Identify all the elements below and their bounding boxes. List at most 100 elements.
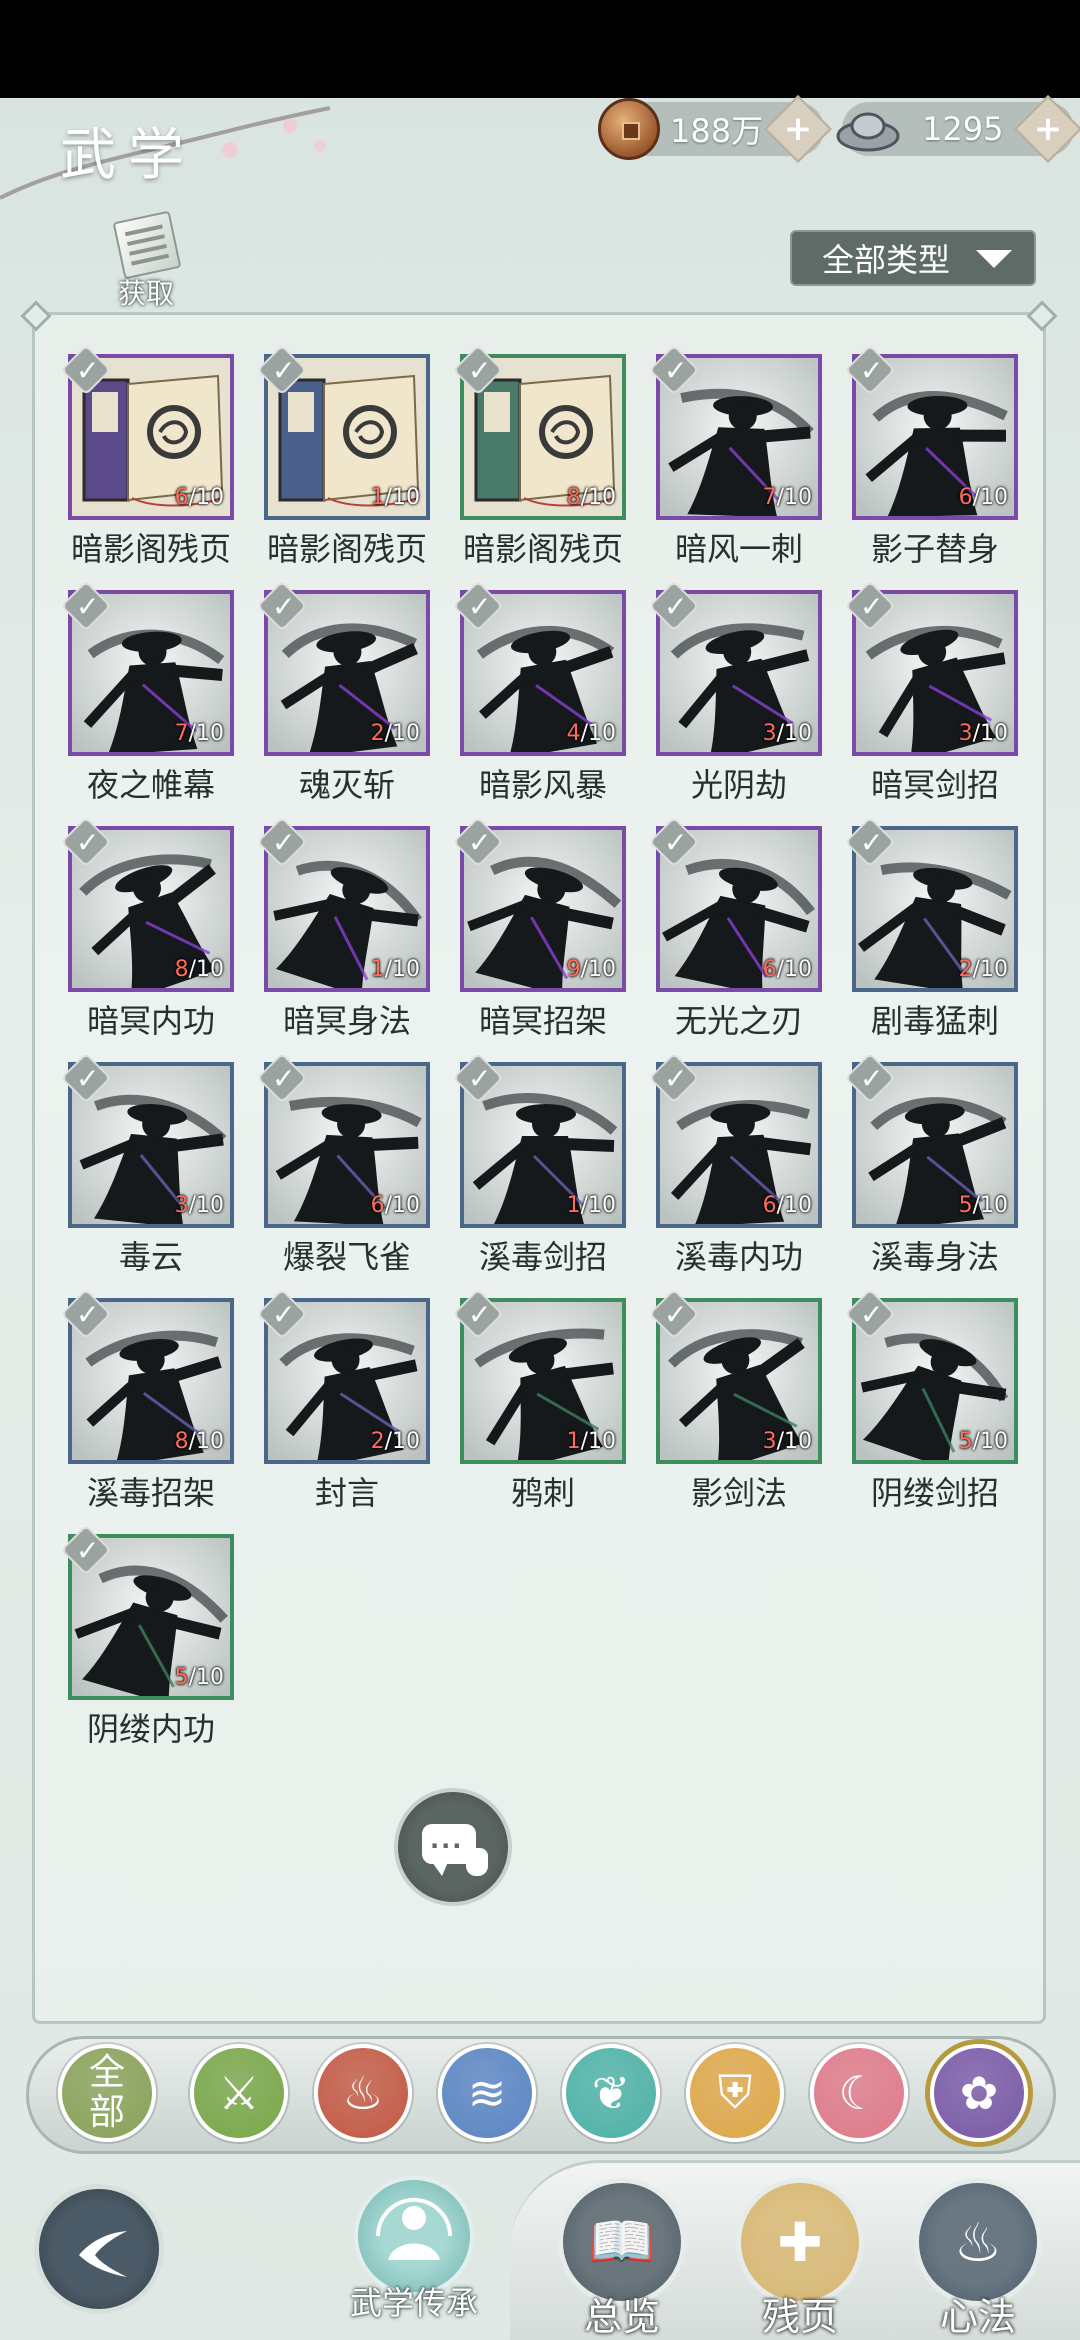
tab-overview[interactable]: 📖 总览	[552, 2178, 692, 2340]
category-filter-shield[interactable]: ⛨	[686, 2044, 784, 2142]
fragment-card[interactable]: 4/10 ✓ 暗影风暴	[452, 580, 626, 804]
fragment-card[interactable]: 3/10 ✓ 光阴劫	[648, 580, 822, 804]
fragment-card[interactable]: 1/10 ✓ 暗影阁残页	[256, 344, 430, 568]
check-badge-icon: ✓	[256, 1052, 310, 1106]
fragment-card[interactable]: 1/10 ✓ 溪毒剑招	[452, 1052, 626, 1276]
tab-mind-method[interactable]: ♨ 心法	[908, 2178, 1048, 2340]
fragment-card[interactable]: 7/10 ✓ 夜之帷幕	[60, 580, 234, 804]
fragment-name: 夜之帷幕	[86, 766, 215, 804]
check-badge-icon: ✓	[60, 580, 114, 634]
fragment-count: 2/10	[371, 721, 420, 746]
fragment-count: 8/10	[567, 485, 616, 510]
fragment-card[interactable]: 7/10 ✓ 暗风一刺	[648, 344, 822, 568]
fragment-owned: 3	[174, 1193, 189, 1218]
check-badge-icon: ✓	[256, 1288, 310, 1342]
plus-icon: +	[783, 109, 813, 149]
fragment-required: /10	[580, 721, 616, 746]
fragment-card[interactable]: 6/10 ✓ 溪毒内功	[648, 1052, 822, 1276]
acquire-button[interactable]: 获取	[104, 210, 188, 312]
fragment-owned: 8	[566, 485, 581, 510]
fragment-card[interactable]: 6/10 ✓ 影子替身	[844, 344, 1018, 568]
fragment-card[interactable]: 9/10 ✓ 暗冥招架	[452, 816, 626, 1040]
fragment-name: 鸦刺	[510, 1474, 575, 1512]
fragment-count: 3/10	[175, 1193, 224, 1218]
all-icon: 全部	[88, 2052, 125, 2133]
fragment-name: 暗影阁残页	[266, 530, 427, 568]
fragment-card[interactable]: 2/10 ✓ 封言	[256, 1288, 430, 1512]
fragment-owned: 5	[958, 1193, 973, 1218]
category-filter-wave[interactable]: ≋	[438, 2044, 536, 2142]
fragment-card[interactable]: 8/10 ✓ 暗影阁残页	[452, 344, 626, 568]
fragment-card[interactable]: 8/10 ✓ 溪毒招架	[60, 1288, 234, 1512]
fragment-count: 3/10	[763, 1429, 812, 1454]
fragment-name: 溪毒身法	[870, 1238, 999, 1276]
fragment-owned: 6	[958, 485, 973, 510]
fragment-required: /10	[384, 1429, 420, 1454]
fragment-card[interactable]: 3/10 ✓ 影剑法	[648, 1288, 822, 1512]
category-filter-rose[interactable]: ✿	[930, 2044, 1028, 2142]
fragment-owned: 6	[762, 957, 777, 982]
fragment-count: 1/10	[567, 1429, 616, 1454]
category-filter-sword[interactable]: ⚔	[190, 2044, 288, 2142]
fragment-card[interactable]: 5/10 ✓ 阴缕内功	[60, 1524, 234, 1748]
check-badge-icon: ✓	[648, 580, 702, 634]
category-filter-butterfly[interactable]: ❦	[562, 2044, 660, 2142]
check-badge-icon: ✓	[452, 816, 506, 870]
plus-icon: +	[1033, 109, 1063, 149]
check-badge-icon: ✓	[60, 1524, 114, 1578]
fragment-name: 无光之刃	[674, 1002, 803, 1040]
category-filter-flame[interactable]: ♨	[314, 2044, 412, 2142]
check-badge-icon: ✓	[648, 1052, 702, 1106]
fragment-required: /10	[384, 485, 420, 510]
chat-dots-icon: ···	[430, 1832, 464, 1860]
fragment-count: 2/10	[959, 957, 1008, 982]
tab-fragments[interactable]: ✚ 残页	[730, 2178, 870, 2340]
fragment-owned: 4	[566, 721, 581, 746]
category-filter-all[interactable]: 全部	[58, 2044, 156, 2142]
fragment-card[interactable]: 3/10 ✓ 暗冥剑招	[844, 580, 1018, 804]
fragment-card[interactable]: 2/10 ✓ 魂灭斩	[256, 580, 430, 804]
fragment-required: /10	[972, 1193, 1008, 1218]
fragment-name: 暗风一刺	[674, 530, 803, 568]
fragment-owned: 5	[174, 1665, 189, 1690]
martial-legacy-button[interactable]: 武学传承	[344, 2176, 484, 2336]
fragment-required: /10	[972, 957, 1008, 982]
fragment-required: /10	[776, 957, 812, 982]
check-badge-icon: ✓	[452, 1052, 506, 1106]
type-filter-label: 全部类型	[822, 241, 951, 279]
moon-icon: ☾	[838, 2066, 880, 2120]
butterfly-icon: ❦	[591, 2066, 631, 2120]
fragment-name: 影子替身	[870, 530, 999, 568]
fragment-card[interactable]: 6/10 ✓ 爆裂飞雀	[256, 1052, 430, 1276]
acquire-label: 获取	[117, 277, 174, 310]
check-badge-icon: ✓	[60, 816, 114, 870]
fragment-name: 暗影风暴	[478, 766, 607, 804]
fragment-owned: 1	[370, 957, 385, 982]
fragment-card[interactable]: 8/10 ✓ 暗冥内功	[60, 816, 234, 1040]
type-filter-dropdown[interactable]: 全部类型	[790, 230, 1036, 286]
fragment-required: /10	[580, 1193, 616, 1218]
fragment-card[interactable]: 3/10 ✓ 毒云	[60, 1052, 234, 1276]
back-button[interactable]	[34, 2184, 164, 2314]
silver-ingot-icon	[836, 112, 900, 152]
category-filter-moon[interactable]: ☾	[810, 2044, 908, 2142]
fragment-card[interactable]: 2/10 ✓ 剧毒猛刺	[844, 816, 1018, 1040]
fragment-required: /10	[188, 721, 224, 746]
fragment-card[interactable]: 5/10 ✓ 阴缕剑招	[844, 1288, 1018, 1512]
fragment-card[interactable]: 1/10 ✓ 鸦刺	[452, 1288, 626, 1512]
fragment-card[interactable]: 1/10 ✓ 暗冥身法	[256, 816, 430, 1040]
fragment-card[interactable]: 6/10 ✓ 暗影阁残页	[60, 344, 234, 568]
fragment-name: 毒云	[118, 1238, 183, 1276]
fragment-card[interactable]: 5/10 ✓ 溪毒身法	[844, 1052, 1018, 1276]
fragment-count: 6/10	[763, 1193, 812, 1218]
chat-button[interactable]: ···	[394, 1788, 512, 1906]
fragment-card[interactable]: 6/10 ✓ 无光之刃	[648, 816, 822, 1040]
fragment-owned: 9	[566, 957, 581, 982]
fragment-owned: 5	[958, 1429, 973, 1454]
fragment-required: /10	[972, 485, 1008, 510]
check-badge-icon: ✓	[648, 816, 702, 870]
fragment-name: 溪毒招架	[86, 1474, 215, 1512]
fragment-count: 5/10	[959, 1429, 1008, 1454]
fragment-name: 暗冥身法	[282, 1002, 411, 1040]
fragment-required: /10	[188, 1665, 224, 1690]
